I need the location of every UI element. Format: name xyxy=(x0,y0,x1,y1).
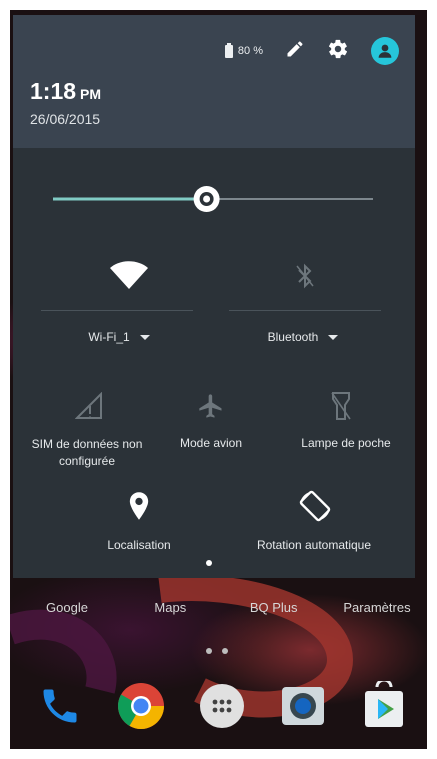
brightness-slider[interactable] xyxy=(53,184,373,214)
quick-settings-header: 80 % 1:18 PM 26/06/2015 xyxy=(13,15,415,148)
airplane-label[interactable]: Mode avion xyxy=(161,436,261,450)
clock-ampm: PM xyxy=(80,86,102,102)
wifi-icon[interactable] xyxy=(99,256,159,296)
app-label-maps[interactable]: Maps xyxy=(125,600,215,624)
page-dot xyxy=(206,648,212,654)
clock-time: 1:18 xyxy=(30,78,77,104)
chevron-down-icon xyxy=(328,335,339,341)
location-pin-icon[interactable] xyxy=(119,486,159,526)
wifi-label[interactable]: Wi-Fi_1 xyxy=(49,330,189,344)
gear-icon[interactable] xyxy=(327,38,349,65)
account-icon[interactable] xyxy=(371,37,399,65)
app-label-bq-plus[interactable]: BQ Plus xyxy=(229,600,319,624)
flashlight-icon[interactable] xyxy=(321,386,361,426)
device-screen: Google Maps BQ Plus Paramètres 80 % 1:18… xyxy=(10,10,427,749)
brightness-icon xyxy=(193,186,220,212)
rotation-label[interactable]: Rotation automatique xyxy=(239,538,389,552)
bluetooth-off-icon[interactable] xyxy=(285,256,325,296)
clock: 1:18 PM xyxy=(30,78,101,105)
play-store-icon[interactable] xyxy=(356,678,412,734)
airplane-icon[interactable] xyxy=(191,386,231,426)
header-icons: 80 % xyxy=(224,37,399,65)
panel-page-indicator xyxy=(206,560,212,566)
location-label[interactable]: Localisation xyxy=(89,538,189,552)
chevron-down-icon xyxy=(139,335,150,341)
page-dot xyxy=(222,648,228,654)
bluetooth-label[interactable]: Bluetooth xyxy=(233,330,373,344)
home-app-labels: Google Maps BQ Plus Paramètres xyxy=(22,600,422,624)
home-page-indicator xyxy=(206,648,228,654)
sim-label[interactable]: SIM de données non configurée xyxy=(17,436,157,470)
home-dock xyxy=(32,678,412,734)
wifi-divider xyxy=(41,310,193,311)
battery-indicator: 80 % xyxy=(224,42,263,58)
app-label-google[interactable]: Google xyxy=(22,600,112,624)
edit-icon[interactable] xyxy=(285,39,305,64)
date: 26/06/2015 xyxy=(30,111,101,127)
app-label-parametres[interactable]: Paramètres xyxy=(332,600,422,624)
sim-signal-icon[interactable] xyxy=(69,388,109,424)
chrome-icon[interactable] xyxy=(113,678,169,734)
camera-icon[interactable] xyxy=(275,678,331,734)
app-drawer-icon[interactable] xyxy=(194,678,250,734)
quick-settings-panel: Wi-Fi_1 Bluetooth SIM de données non con… xyxy=(13,148,415,578)
phone-icon[interactable] xyxy=(32,678,88,734)
bluetooth-divider xyxy=(229,310,381,311)
battery-text: 80 % xyxy=(237,45,263,57)
flashlight-label[interactable]: Lampe de poche xyxy=(291,436,401,450)
screen-rotation-icon[interactable] xyxy=(293,484,337,528)
battery-icon xyxy=(224,42,233,58)
